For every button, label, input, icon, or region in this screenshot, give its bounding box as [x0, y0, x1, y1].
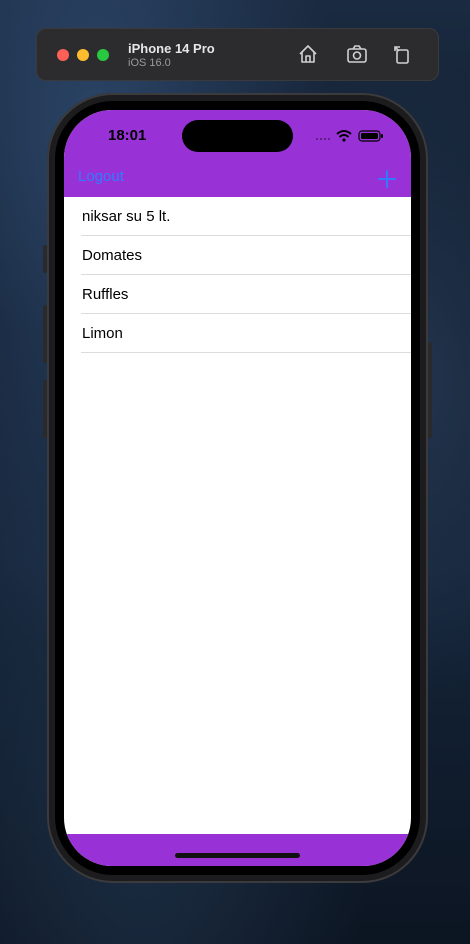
row-separator — [81, 352, 411, 353]
signal-icon — [315, 137, 331, 141]
bottom-bar — [64, 834, 411, 866]
home-indicator[interactable] — [175, 853, 300, 858]
list-item[interactable]: niksar su 5 lt. — [64, 197, 411, 236]
os-version: iOS 16.0 — [128, 57, 171, 69]
list-item[interactable]: Limon — [64, 314, 411, 353]
list-item-label: Limon — [82, 325, 123, 342]
list-item[interactable]: Ruffles — [64, 275, 411, 314]
rotate-icon[interactable] — [391, 43, 413, 65]
list-item-label: Domates — [82, 247, 143, 264]
screenshot-icon[interactable] — [346, 43, 368, 65]
power-button — [428, 342, 432, 438]
window-minimize-button[interactable] — [77, 49, 89, 61]
logout-button[interactable]: Logout — [78, 168, 124, 185]
add-item-button[interactable] — [376, 168, 398, 190]
status-time: 18:01 — [108, 127, 147, 144]
shopping-list: niksar su 5 lt. Domates Ruffles Limon — [64, 197, 411, 353]
list-item-label: niksar su 5 lt. — [82, 208, 171, 225]
status-icons — [314, 129, 384, 143]
home-icon[interactable] — [297, 43, 319, 65]
list-item[interactable]: Domates — [64, 236, 411, 275]
window-close-button[interactable] — [57, 49, 69, 61]
plus-icon — [378, 170, 396, 188]
dynamic-island — [182, 120, 293, 152]
wifi-icon — [336, 130, 352, 142]
device-name: iPhone 14 Pro — [128, 41, 215, 56]
battery-icon — [358, 130, 383, 142]
simulator-toolbar: iPhone 14 Pro iOS 16.0 — [37, 29, 438, 80]
navigation-bar: 18:01 Logout — [64, 110, 411, 197]
window-zoom-button[interactable] — [97, 49, 109, 61]
list-item-label: Ruffles — [82, 286, 129, 303]
app-screen: 18:01 Logout niksar su 5 lt. Domates Ruf… — [64, 110, 411, 866]
